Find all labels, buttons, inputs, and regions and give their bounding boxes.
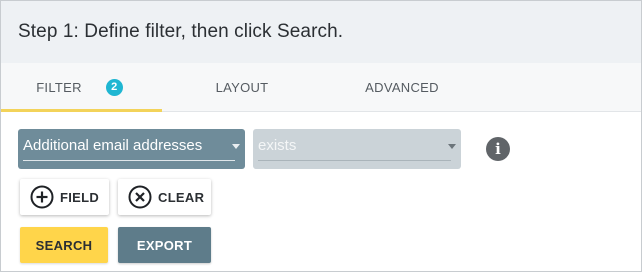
tab-filter-label: FILTER [36,79,82,95]
export-button-label: EXPORT [136,237,193,253]
tab-bar: FILTER 2 LAYOUT ADVANCED [1,63,641,112]
add-field-button[interactable]: FIELD [20,179,109,215]
field-select[interactable]: Additional email addresses [18,129,245,169]
tab-advanced-label: ADVANCED [365,79,439,95]
operator-select-value: exists [258,137,297,154]
field-select-underline [23,160,235,161]
search-button-label: SEARCH [35,237,93,253]
filter-count-badge: 2 [105,78,123,96]
close-circle-icon [128,185,152,209]
tab-layout-label: LAYOUT [215,79,269,95]
info-icon[interactable]: i [486,137,510,161]
tab-advanced[interactable]: ADVANCED [322,63,482,111]
operator-select-underline [258,160,451,161]
export-button[interactable]: EXPORT [118,227,211,263]
step-header: Step 1: Define filter, then click Search… [1,1,641,63]
filter-panel: Step 1: Define filter, then click Search… [0,0,642,272]
clear-button-label: CLEAR [158,189,205,205]
chevron-down-icon [232,144,240,149]
operator-select[interactable]: exists [253,129,461,169]
clear-button[interactable]: CLEAR [118,179,211,215]
plus-circle-icon [30,185,54,209]
step-title: Step 1: Define filter, then click Search… [18,21,344,42]
chevron-down-icon [448,144,456,149]
active-tab-indicator [1,109,162,112]
add-field-button-label: FIELD [60,189,100,205]
search-button[interactable]: SEARCH [20,227,108,263]
tab-filter[interactable]: FILTER 2 [1,63,162,112]
field-select-value: Additional email addresses [23,137,203,154]
tab-layout[interactable]: LAYOUT [162,63,322,111]
